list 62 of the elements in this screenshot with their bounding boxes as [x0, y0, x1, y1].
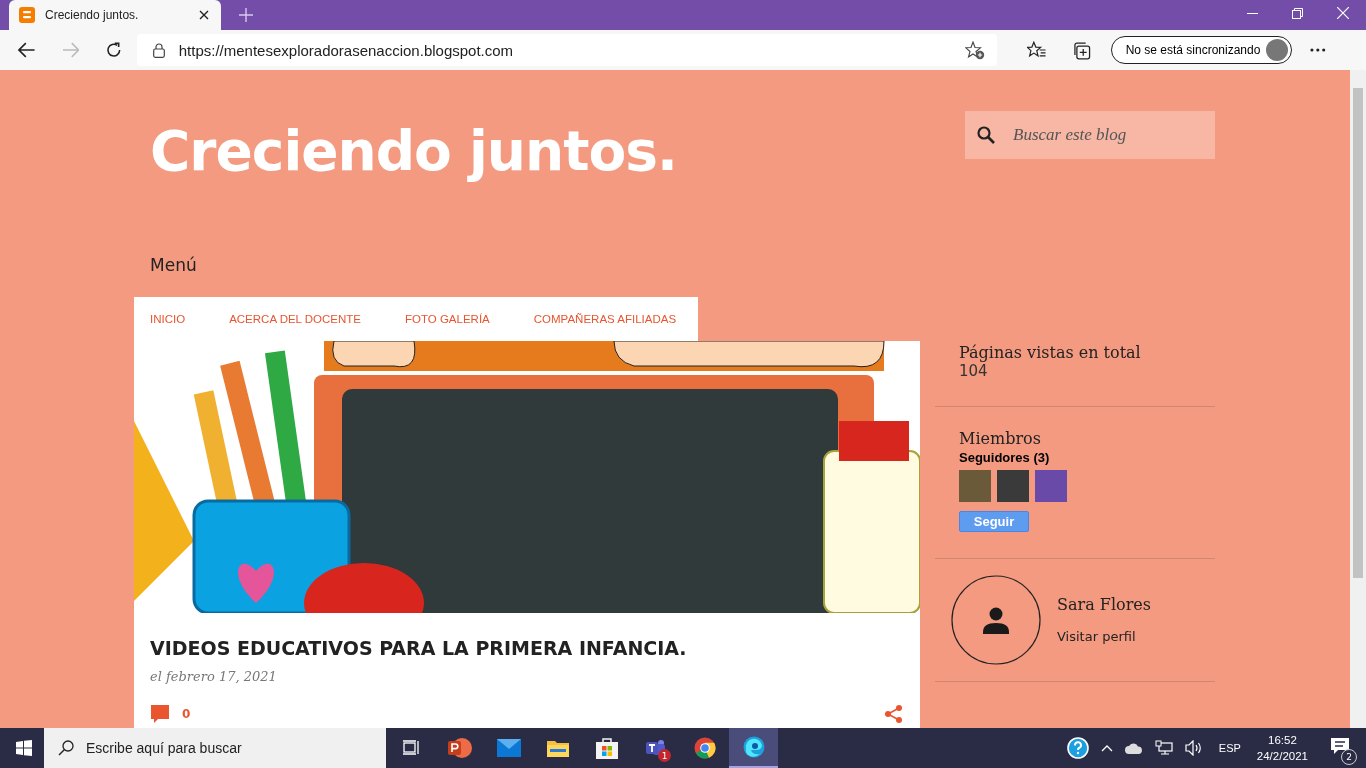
comment-icon[interactable]: [150, 704, 170, 724]
folder-icon: [546, 739, 569, 757]
help-icon[interactable]: [1066, 737, 1089, 759]
url-text: https://mentesexploradorasenaccion.blogspot.com: [178, 41, 514, 59]
browser-tab[interactable]: Creciendo juntos.: [9, 0, 221, 30]
windows-start-icon[interactable]: [16, 740, 32, 756]
task-view-icon: [401, 740, 420, 756]
taskbar-search-field[interactable]: Escribe aquí para buscar: [44, 728, 386, 768]
scrollbar[interactable]: [1350, 70, 1366, 728]
add-favorite-icon[interactable]: [964, 40, 985, 60]
cloud-icon[interactable]: [1124, 742, 1143, 754]
favorites-icon[interactable]: [1026, 41, 1047, 59]
notifications-icon[interactable]: [1330, 737, 1350, 755]
reload-icon[interactable]: [105, 41, 123, 59]
clock[interactable]: 16:52 24/2/2021: [1256, 732, 1308, 764]
browser-app-icon: [693, 737, 716, 759]
nav-link[interactable]: COMPAÑERAS AFILIADAS: [533, 313, 677, 325]
chat-app-icon: [644, 738, 667, 758]
nav-link[interactable]: FOTO GALERÍA: [405, 313, 490, 325]
nav-link[interactable]: ACERCA DEL DOCENTE: [229, 313, 361, 325]
presentation-app-icon: [447, 737, 472, 759]
search-icon: [58, 740, 74, 756]
browser-app-icon: [742, 736, 765, 758]
notification-count: 2: [1341, 749, 1357, 765]
more-icon[interactable]: [1310, 48, 1326, 52]
tab-title: Creciendo juntos.: [45, 8, 140, 22]
collections-icon[interactable]: [1072, 40, 1091, 60]
share-icon[interactable]: [884, 704, 904, 724]
search-icon[interactable]: [977, 126, 995, 144]
visit-profile-link[interactable]: Visitar perfil: [1057, 629, 1136, 644]
menu-label[interactable]: Menú: [150, 255, 197, 275]
language-indicator[interactable]: ESP: [1218, 742, 1241, 754]
search-field[interactable]: Buscar este blog: [965, 111, 1215, 159]
address-bar[interactable]: https://mentesexploradorasenaccion.blogspot.com: [136, 34, 997, 66]
taskbar-app-button[interactable]: 1: [631, 728, 680, 768]
pageview-count: 104: [959, 362, 989, 380]
widget-title: Páginas vistas en total: [959, 343, 1142, 362]
profile-button[interactable]: No se está sincronizando: [1110, 36, 1293, 64]
network-icon[interactable]: [1154, 740, 1173, 756]
chevron-up-icon[interactable]: [1100, 744, 1113, 752]
restore-icon[interactable]: [1292, 8, 1303, 19]
profile-avatar-icon[interactable]: [951, 575, 1041, 665]
clock-time: 16:52: [1268, 733, 1297, 748]
new-tab-icon[interactable]: [239, 8, 253, 22]
clock-date: 24/2/2021: [1256, 749, 1308, 764]
comment-count[interactable]: 0: [182, 707, 191, 721]
avatar-photo-placeholder: [1266, 39, 1289, 61]
volume-icon[interactable]: [1184, 740, 1203, 756]
widget-title: Miembros: [959, 429, 1042, 448]
notification-badge: 1: [658, 749, 671, 762]
post-date[interactable]: el febrero 17, 2021: [150, 669, 904, 684]
lock-icon: [152, 42, 165, 58]
back-icon[interactable]: [18, 42, 36, 58]
post-title[interactable]: VIDEOS EDUCATIVOS PARA LA PRIMERA INFANCIA.: [150, 637, 904, 659]
profile-name[interactable]: Sara Flores: [1057, 595, 1151, 614]
taskbar-app-button[interactable]: [729, 728, 778, 768]
nav-link[interactable]: INICIO: [150, 313, 186, 325]
store-icon: [595, 737, 618, 759]
followers-label: Seguidores (3): [959, 450, 1051, 465]
close-icon[interactable]: [199, 10, 209, 20]
mail-icon: [496, 739, 521, 757]
blog-logo-icon: [19, 7, 35, 23]
